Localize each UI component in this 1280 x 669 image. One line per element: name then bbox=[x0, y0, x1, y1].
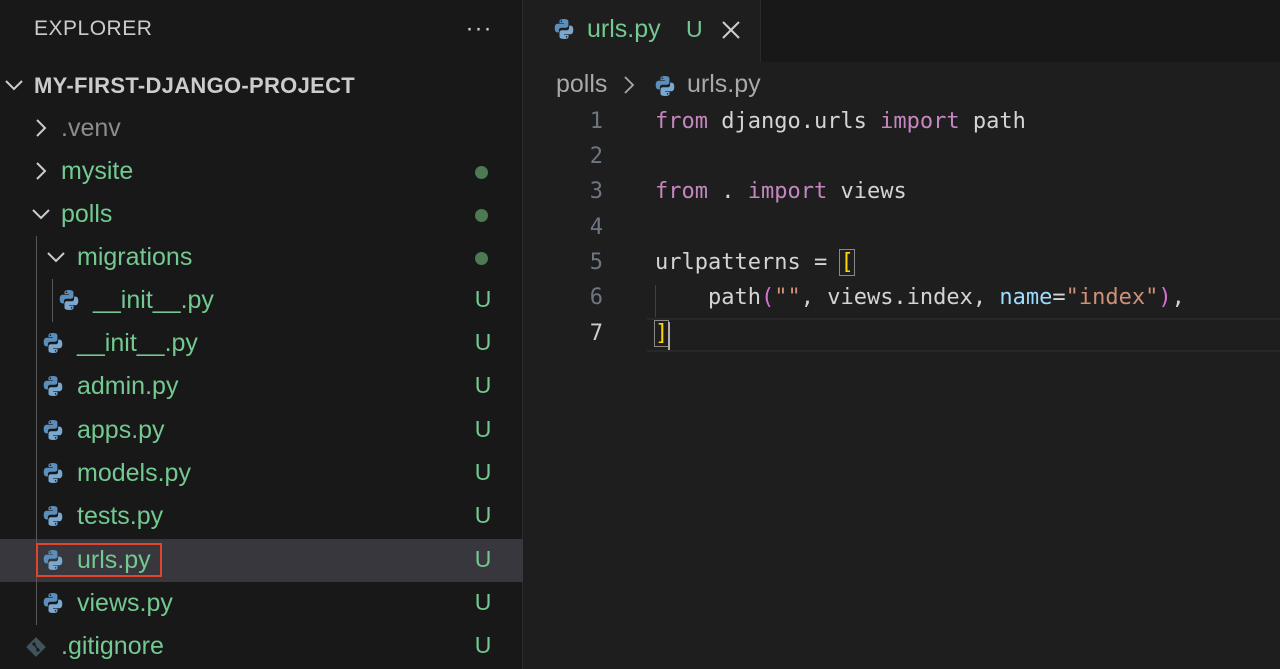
untracked-badge: U bbox=[474, 502, 492, 528]
chevron-down-icon bbox=[30, 201, 52, 227]
line-number: 7 bbox=[589, 321, 603, 346]
untracked-badge: U bbox=[474, 329, 492, 355]
line-number: 6 bbox=[589, 285, 603, 310]
editor-area: urls.py U polls urls.py 1 from django.ur… bbox=[523, 0, 1280, 669]
tree-item-label: migrations bbox=[77, 243, 193, 271]
untracked-badge: U bbox=[474, 372, 492, 398]
explorer-sidebar: EXPLORER ··· MY-FIRST-DJANGO-PROJECT .ve… bbox=[0, 0, 523, 669]
tree-item-label: views.py bbox=[77, 589, 173, 617]
tree-item-models[interactable]: models.py U bbox=[0, 452, 523, 495]
untracked-badge: U bbox=[686, 16, 703, 42]
python-file-icon bbox=[41, 374, 65, 398]
code-text: ] bbox=[653, 320, 670, 347]
annotation-highlight-box bbox=[36, 543, 162, 577]
untracked-badge: U bbox=[474, 459, 492, 485]
modified-dot-icon bbox=[475, 166, 488, 179]
tree-item-admin[interactable]: admin.py U bbox=[0, 365, 523, 408]
tree-item-tests[interactable]: tests.py U bbox=[0, 495, 523, 538]
close-icon[interactable] bbox=[719, 18, 743, 42]
explorer-header: EXPLORER ··· bbox=[0, 0, 523, 62]
chevron-down-icon bbox=[45, 244, 67, 270]
tree-item-migrations[interactable]: migrations bbox=[0, 236, 523, 279]
tree-item-venv[interactable]: .venv bbox=[0, 107, 523, 150]
tree-item-label: admin.py bbox=[77, 372, 179, 400]
project-root-row[interactable]: MY-FIRST-DJANGO-PROJECT bbox=[0, 64, 523, 107]
python-file-icon bbox=[41, 504, 65, 528]
modified-dot-icon bbox=[475, 252, 488, 265]
tree-item-label: apps.py bbox=[77, 416, 165, 444]
line-number: 3 bbox=[589, 179, 603, 204]
text-cursor bbox=[668, 322, 670, 350]
tree-item-apps[interactable]: apps.py U bbox=[0, 409, 523, 452]
tree-item-label: .venv bbox=[61, 114, 121, 142]
code-line-2[interactable]: 2 bbox=[523, 141, 1280, 176]
more-actions-icon[interactable]: ··· bbox=[462, 12, 496, 46]
code-line-4[interactable]: 4 bbox=[523, 212, 1280, 247]
code-text: from django.urls import path bbox=[655, 109, 1026, 134]
code-text: path("", views.index, name="index"), bbox=[655, 285, 1185, 310]
code-line-7[interactable]: 7 ] bbox=[523, 318, 1280, 353]
untracked-badge: U bbox=[474, 546, 492, 572]
tab-urls-py[interactable]: urls.py U bbox=[523, 0, 761, 62]
untracked-badge: U bbox=[474, 286, 492, 312]
tree-item-gitignore[interactable]: .gitignore U bbox=[0, 625, 523, 668]
python-file-icon bbox=[41, 418, 65, 442]
untracked-badge: U bbox=[474, 632, 492, 658]
untracked-badge: U bbox=[474, 416, 492, 442]
line-number: 1 bbox=[589, 109, 603, 134]
line-number: 5 bbox=[589, 250, 603, 275]
chevron-right-icon bbox=[622, 74, 636, 96]
tree-item-label: __init__.py bbox=[93, 286, 214, 314]
tree-item-label: __init__.py bbox=[77, 329, 198, 357]
python-file-icon bbox=[653, 74, 677, 98]
tab-strip: urls.py U bbox=[523, 0, 1280, 62]
git-icon bbox=[24, 635, 48, 659]
breadcrumb-file[interactable]: urls.py bbox=[687, 70, 761, 99]
tree-item-label: mysite bbox=[61, 157, 134, 185]
tree-item-label: .gitignore bbox=[61, 632, 164, 660]
chevron-right-icon bbox=[30, 158, 52, 184]
tree-item-label: models.py bbox=[77, 459, 191, 487]
tree-item-polls-init[interactable]: __init__.py U bbox=[0, 322, 523, 365]
untracked-badge: U bbox=[474, 589, 492, 615]
tree-item-views[interactable]: views.py U bbox=[0, 582, 523, 625]
python-file-icon bbox=[552, 17, 576, 41]
code-line-3[interactable]: 3 from . import views bbox=[523, 176, 1280, 211]
breadcrumb-folder[interactable]: polls bbox=[556, 70, 607, 99]
code-text: from . import views bbox=[655, 179, 907, 204]
tree-item-migrations-init[interactable]: __init__.py U bbox=[0, 279, 523, 322]
chevron-down-icon bbox=[3, 72, 25, 98]
tree-item-label: tests.py bbox=[77, 502, 164, 530]
line-number: 2 bbox=[589, 144, 603, 169]
python-file-icon bbox=[41, 331, 65, 355]
project-name: MY-FIRST-DJANGO-PROJECT bbox=[34, 73, 356, 98]
line-number: 4 bbox=[589, 215, 603, 240]
modified-dot-icon bbox=[475, 209, 488, 222]
code-line-5[interactable]: 5 urlpatterns = [ bbox=[523, 247, 1280, 282]
code-line-1[interactable]: 1 from django.urls import path bbox=[523, 106, 1280, 141]
vscode-window: EXPLORER ··· MY-FIRST-DJANGO-PROJECT .ve… bbox=[0, 0, 1280, 669]
code-text: urlpatterns = [ bbox=[655, 249, 855, 276]
tree-item-label: polls bbox=[61, 200, 113, 228]
python-file-icon bbox=[57, 288, 81, 312]
tree-item-polls[interactable]: polls bbox=[0, 193, 523, 236]
code-line-6[interactable]: 6 path("", views.index, name="index"), bbox=[523, 282, 1280, 317]
python-file-icon bbox=[41, 591, 65, 615]
tab-label: urls.py bbox=[587, 15, 661, 43]
chevron-right-icon bbox=[30, 115, 52, 141]
python-file-icon bbox=[41, 461, 65, 485]
indent-guide bbox=[52, 279, 53, 322]
explorer-title: EXPLORER bbox=[34, 17, 153, 40]
tree-item-mysite[interactable]: mysite bbox=[0, 150, 523, 193]
